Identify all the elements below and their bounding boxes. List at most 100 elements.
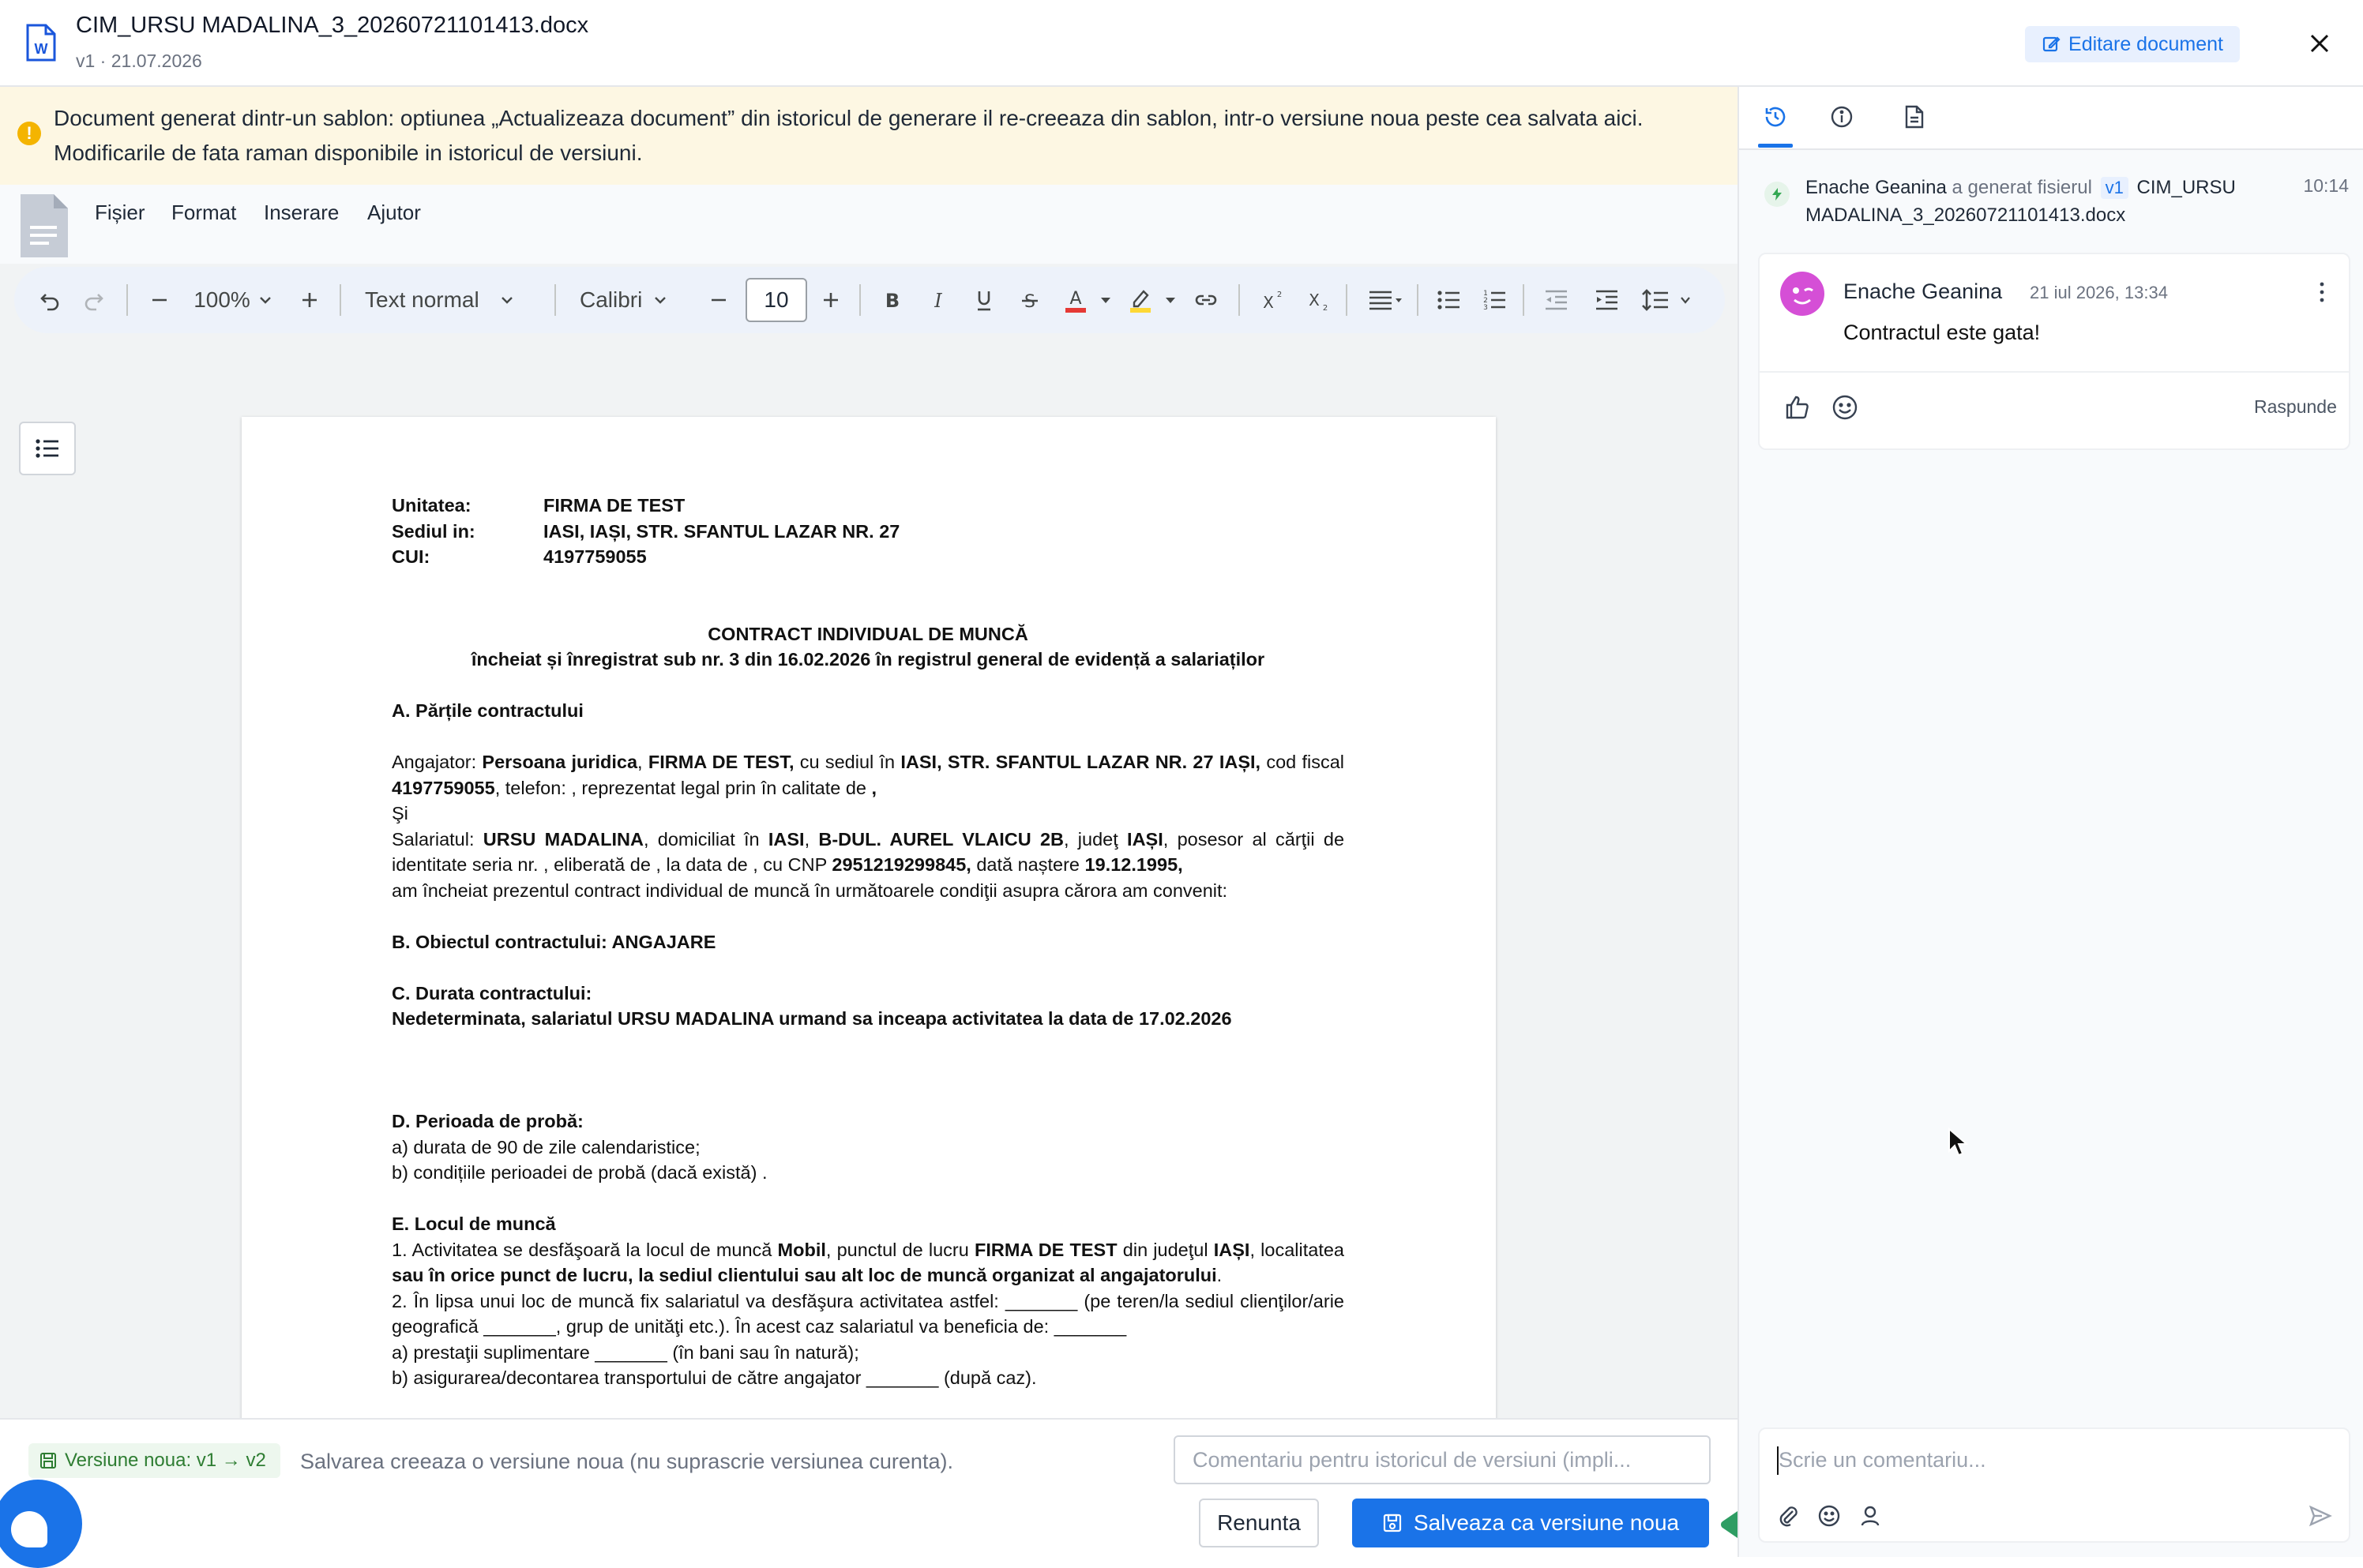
tab-history[interactable] <box>1758 99 1793 134</box>
info-icon <box>1831 106 1853 128</box>
italic-button[interactable]: I <box>921 267 956 333</box>
highlight-color-button[interactable] <box>1123 267 1158 333</box>
document-page[interactable]: Unitatea: FIRMA DE TEST Sediul in: IASI, I… <box>242 417 1496 1522</box>
comment-divider <box>1760 371 2349 373</box>
active-tab-indicator <box>1758 144 1793 148</box>
new-comment-box[interactable]: Scrie un comentariu... <box>1758 1427 2350 1543</box>
subscript-button[interactable]: X2 <box>1300 267 1335 333</box>
redo-button[interactable] <box>76 267 112 333</box>
word-file-icon: W <box>25 24 57 62</box>
text-color-icon: A <box>1065 289 1086 313</box>
zoom-select[interactable]: 100% <box>183 267 283 333</box>
text-color-button[interactable]: A <box>1058 267 1093 333</box>
unit-row: Unitatea: FIRMA DE TEST <box>392 493 1344 519</box>
send-button[interactable] <box>2308 1503 2333 1529</box>
superscript-button[interactable]: X2 <box>1254 267 1289 333</box>
document-content[interactable]: Unitatea: FIRMA DE TEST Sediul in: IASI, I… <box>392 493 1344 1391</box>
toolbar-separator <box>340 284 341 316</box>
increase-indent-button[interactable] <box>1589 267 1624 333</box>
increase-font-size-button[interactable] <box>813 267 848 333</box>
save-version-bar: Versiune noua: v1 → v2 Salvarea creeaza … <box>0 1418 1738 1557</box>
section-a-heading: A. Părțile contractului <box>392 700 584 721</box>
bulleted-list-button[interactable] <box>1431 267 1466 333</box>
version-note: Salvarea creeaza o versiune noua (nu sup… <box>300 1450 953 1473</box>
version-badge: Versiune noua: v1 → v2 <box>28 1443 280 1478</box>
save-as-new-version-button[interactable]: Salveaza ca versiune noua <box>1352 1499 1709 1547</box>
comment-author: Enache Geanina <box>1843 279 2003 303</box>
plus-icon <box>824 293 838 307</box>
tab-info[interactable] <box>1824 99 1859 134</box>
close-icon <box>2310 34 2329 53</box>
reply-button[interactable]: Raspunde <box>2254 396 2337 418</box>
font-size-input[interactable]: 10 <box>746 278 807 322</box>
section-b-heading: B. Obiectul contractului: ANGAJARE <box>392 931 716 952</box>
line-spacing-button[interactable] <box>1638 267 1673 333</box>
contract-title: CONTRACT INDIVIDUAL DE MUNCĂ <box>708 623 1028 644</box>
and-line: Şi <box>392 803 408 823</box>
comment-more-button[interactable] <box>2312 278 2331 306</box>
document-icon <box>1905 105 1924 129</box>
section-e-item-2: 2. În lipsa unui loc de muncă fix salari… <box>392 1290 1344 1337</box>
insert-link-button[interactable] <box>1188 267 1224 333</box>
agreement-line: am încheiat prezentul contract individua… <box>392 880 1228 901</box>
superscript-icon: X2 <box>1263 291 1282 312</box>
paragraph-style-select[interactable]: Text normal <box>357 267 547 333</box>
save-icon <box>40 1453 56 1469</box>
svg-text:W: W <box>35 41 48 57</box>
warning-icon: ! <box>17 122 41 145</box>
undo-button[interactable] <box>32 267 68 333</box>
section-d-heading: D. Perioada de probă: <box>392 1111 584 1131</box>
comment-card: Enache Geanina 21 iul 2026, 13:34 Contra… <box>1758 253 2350 450</box>
cancel-button[interactable]: Renunta <box>1199 1499 1319 1547</box>
decrease-font-size-button[interactable] <box>701 267 736 333</box>
edit-document-label: Editare document <box>2068 32 2223 55</box>
chevron-down-icon <box>259 297 271 304</box>
highlight-color-dropdown[interactable] <box>1161 267 1180 333</box>
section-e-item-2b: b) asigurarea/decontarea transportului d… <box>392 1367 1037 1388</box>
bold-button[interactable]: B <box>875 267 910 333</box>
emoji-button[interactable] <box>1816 1503 1842 1529</box>
edit-document-button[interactable]: Editare document <box>2025 26 2240 62</box>
svg-text:2: 2 <box>1277 291 1282 299</box>
cui-label: CUI: <box>392 546 430 567</box>
zoom-value: 100% <box>193 287 250 312</box>
menu-help[interactable]: Ajutor <box>367 201 421 225</box>
line-spacing-icon <box>1642 289 1668 311</box>
zoom-in-button[interactable] <box>292 267 327 333</box>
plus-icon <box>302 293 317 307</box>
section-d-item-a: a) durata de 90 de zile calendaristice; <box>392 1136 701 1157</box>
new-comment-input[interactable]: Scrie un comentariu... <box>1779 1448 1986 1472</box>
sidebar-tabs <box>1739 87 2363 150</box>
underline-button[interactable] <box>967 267 1001 333</box>
like-button[interactable] <box>1783 393 1812 422</box>
version-comment-input[interactable]: Comentariu pentru istoricul de versiuni … <box>1174 1435 1711 1484</box>
font-family-select[interactable]: Calibri <box>572 267 693 333</box>
edit-icon <box>2042 36 2061 52</box>
reaction-button[interactable] <box>1831 393 1859 422</box>
zoom-out-button[interactable] <box>142 267 177 333</box>
menu-file[interactable]: Fișier <box>95 201 145 225</box>
seat-row: Sediul in: IASI, IAȘI, STR. SFANTUL LAZAR… <box>392 519 1344 545</box>
svg-text:B: B <box>885 290 900 312</box>
menu-insert[interactable]: Inserare <box>264 201 339 225</box>
tab-document[interactable] <box>1897 99 1932 134</box>
outdent-icon <box>1546 290 1567 310</box>
decrease-indent-button[interactable] <box>1538 267 1573 333</box>
toolbar-separator <box>126 284 128 316</box>
document-outline-button[interactable] <box>19 422 76 475</box>
line-spacing-dropdown[interactable] <box>1676 267 1695 333</box>
text-color-dropdown[interactable] <box>1096 267 1115 333</box>
banner-text: Document generat dintr-un sablon: optiun… <box>54 106 1644 165</box>
toolbar-separator <box>1238 284 1240 316</box>
close-button[interactable] <box>2303 27 2336 60</box>
subscript-icon: X2 <box>1309 291 1328 312</box>
strikethrough-button[interactable]: S <box>1012 267 1047 333</box>
align-select[interactable] <box>1363 267 1407 333</box>
attach-button[interactable] <box>1775 1503 1801 1529</box>
minus-icon <box>152 298 167 302</box>
mention-button[interactable] <box>1858 1503 1883 1529</box>
numbered-list-button[interactable]: 123 <box>1477 267 1512 333</box>
section-c-text: Nedeterminata, salariatul URSU MADALINA … <box>392 1008 1232 1029</box>
employer-paragraph: Angajator: Persoana juridica, FIRMA DE T… <box>392 752 1345 798</box>
menu-format[interactable]: Format <box>171 201 236 225</box>
